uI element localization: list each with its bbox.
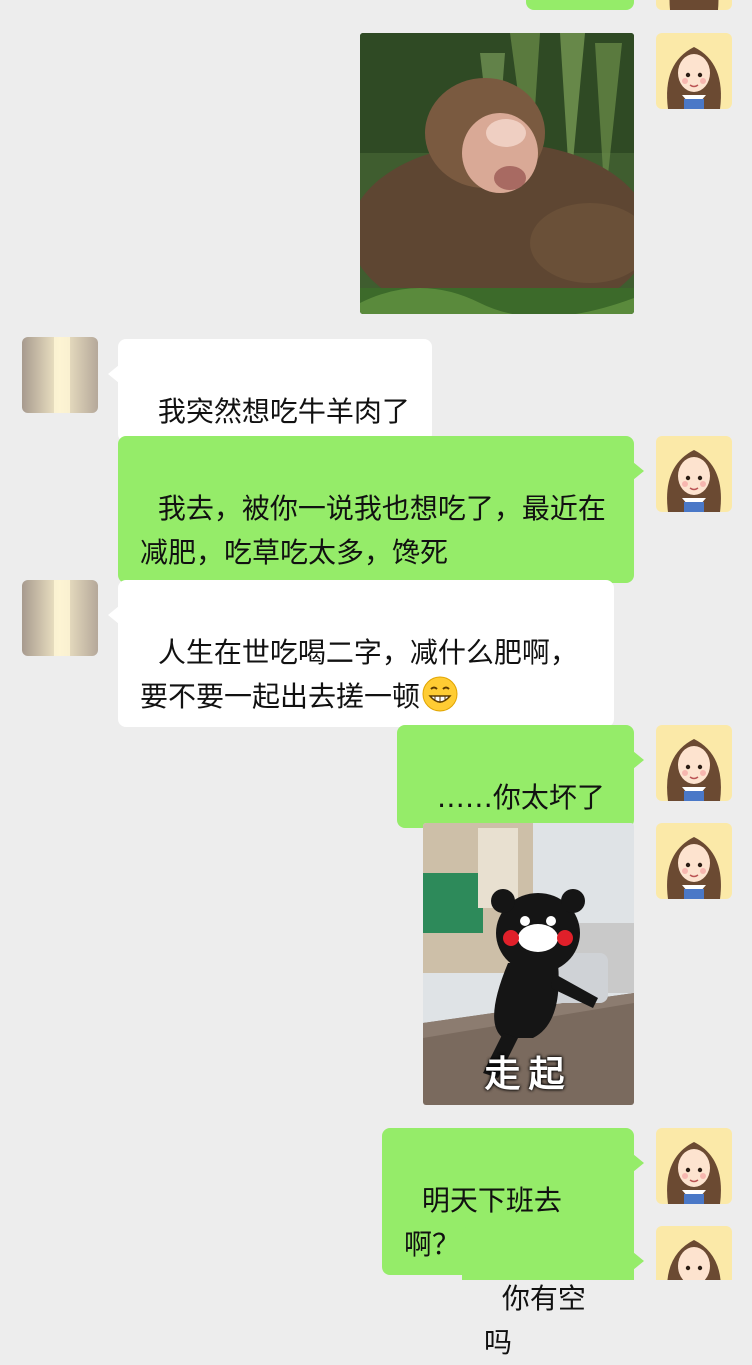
contact-avatar[interactable] xyxy=(22,580,98,656)
message-bubble[interactable]: 我去，被你一说我也想吃了，最近在减肥，吃草吃太多，馋死 xyxy=(118,436,644,583)
my-avatar[interactable] xyxy=(656,1128,732,1204)
contact-avatar[interactable] xyxy=(22,337,98,413)
my-avatar[interactable] xyxy=(656,823,732,899)
message-text: 你有空吗 xyxy=(484,1282,586,1359)
message-text: 人生在世吃喝二字，减什么肥啊，要不要一起出去搓一顿 xyxy=(140,636,578,713)
message-bubble[interactable]: 你有空吗 xyxy=(462,1226,644,1359)
message-text: ……你太坏了 xyxy=(436,781,605,814)
message-text: 我突然想吃牛羊肉了 xyxy=(157,395,410,428)
message-bubble[interactable]: 人生在世吃喝二字，减什么肥啊，要不要一起出去搓一顿 xyxy=(108,580,614,727)
kumamon-sticker[interactable]: 走起 xyxy=(423,823,634,1105)
my-avatar[interactable] xyxy=(656,1226,732,1280)
my-avatar[interactable] xyxy=(656,0,732,10)
monkey-eating-sticker[interactable] xyxy=(360,33,634,314)
message-text: 我去，被你一说我也想吃了，最近在减肥，吃草吃太多，馋死 xyxy=(140,492,606,569)
my-avatar[interactable] xyxy=(656,725,732,801)
message-bubble[interactable]: 我突然想吃牛羊肉了 xyxy=(108,339,432,442)
cutoff-message-bubble[interactable] xyxy=(526,0,634,10)
sticker-caption: 走起 xyxy=(484,1054,573,1095)
my-avatar[interactable] xyxy=(656,436,732,512)
message-bubble[interactable]: ……你太坏了 xyxy=(397,725,644,828)
grinning-face-emoji xyxy=(422,676,458,712)
my-avatar[interactable] xyxy=(656,33,732,109)
